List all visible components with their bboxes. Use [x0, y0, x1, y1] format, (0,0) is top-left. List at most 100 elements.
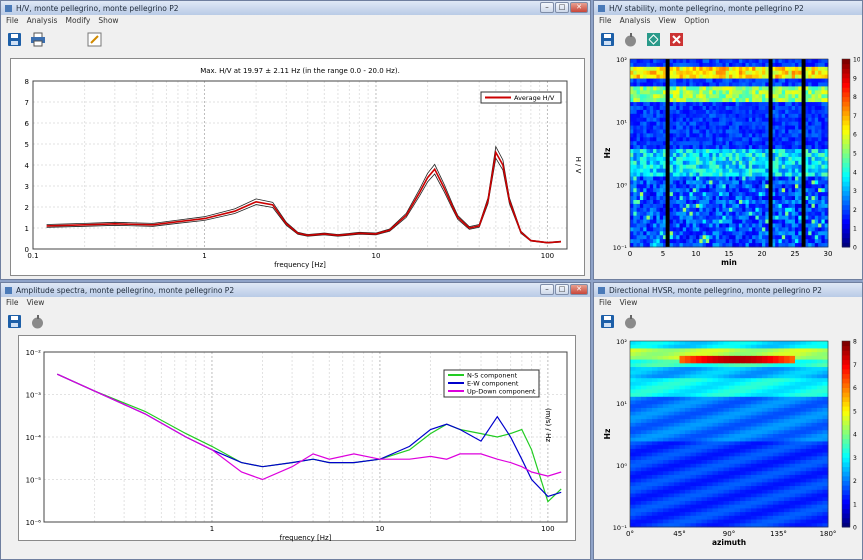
- heatmap-cell: [682, 102, 687, 107]
- directional-titlebar[interactable]: Directional HVSR, monte pellegrino, mont…: [594, 283, 862, 297]
- heatmap-cell: [659, 66, 664, 72]
- close-button[interactable]: ✕: [570, 284, 588, 295]
- heatmap-cell: [663, 393, 669, 398]
- menu-file[interactable]: File: [6, 16, 19, 25]
- heatmap-cell: [791, 59, 796, 64]
- heatmap-cell: [811, 153, 816, 158]
- heatmap-cell: [696, 515, 702, 520]
- heatmap-cell: [740, 519, 746, 524]
- heatmap-cell: [674, 355, 680, 360]
- heatmap-cell: [762, 164, 766, 170]
- save-icon[interactable]: [598, 312, 617, 331]
- heatmap-cell: [756, 374, 763, 379]
- edit-icon[interactable]: [85, 30, 104, 49]
- heatmap-cell: [702, 196, 707, 201]
- heatmap-cell: [778, 106, 783, 111]
- menu-file[interactable]: File: [6, 298, 19, 307]
- heatmap-cell: [762, 200, 766, 205]
- heatmap-cell: [723, 437, 730, 442]
- arrows-icon[interactable]: [644, 30, 663, 49]
- menu-view[interactable]: View: [620, 298, 638, 307]
- heatmap-cell: [778, 207, 783, 213]
- menu-view[interactable]: View: [27, 298, 45, 307]
- stability-titlebar[interactable]: H/V stability, monte pellegrino, monte p…: [594, 1, 862, 15]
- menu-analysis[interactable]: Analysis: [27, 16, 58, 25]
- heatmap-cell: [795, 411, 801, 416]
- heatmap-cell: [752, 62, 756, 68]
- heatmap-cell: [785, 156, 789, 162]
- heatmap-cell: [767, 407, 774, 413]
- heatmap-cell: [657, 426, 664, 431]
- heatmap-cell: [817, 430, 823, 435]
- heatmap-cell: [735, 66, 740, 72]
- menu-analysis[interactable]: Analysis: [620, 16, 651, 25]
- heatmap-cell: [725, 62, 730, 68]
- heatmap-cell: [729, 78, 733, 83]
- heatmap-cell: [822, 344, 829, 349]
- menu-view[interactable]: View: [658, 16, 676, 25]
- heatmap-cell: [722, 133, 727, 138]
- heatmap-cell: [791, 62, 796, 68]
- heatmap-cell: [742, 66, 746, 72]
- heatmap-cell: [630, 215, 634, 220]
- heatmap-cell: [729, 74, 733, 79]
- heatmap-cell: [791, 184, 796, 189]
- heatmap-cell: [788, 137, 793, 142]
- save-icon[interactable]: [5, 312, 24, 331]
- heatmap-cell: [719, 215, 723, 220]
- heatmap-cell: [814, 207, 819, 213]
- minimize-button[interactable]: –: [540, 284, 554, 295]
- heatmap-cell: [789, 352, 796, 357]
- heatmap-cell: [672, 113, 677, 119]
- heatmap-cell: [762, 219, 766, 224]
- heatmap-cell: [738, 102, 743, 107]
- heatmap-cell: [821, 196, 826, 201]
- colorbar-cell: [842, 471, 850, 477]
- heatmap-cell: [765, 172, 769, 177]
- heatmap-cell: [719, 137, 723, 142]
- heatmap-cell: [752, 70, 756, 76]
- heatmap-cell: [795, 231, 799, 236]
- apple-icon[interactable]: [621, 312, 640, 331]
- heatmap-cell: [630, 385, 636, 390]
- menu-file[interactable]: File: [599, 16, 612, 25]
- spectra-titlebar[interactable]: Amplitude spectra, monte pellegrino, mon…: [1, 283, 590, 297]
- heatmap-cell: [635, 504, 642, 509]
- heatmap-cell: [674, 504, 680, 509]
- hv-titlebar[interactable]: H/V, monte pellegrino, monte pellegrino …: [1, 1, 590, 15]
- minimize-button[interactable]: –: [540, 2, 554, 13]
- maximize-button[interactable]: □: [555, 2, 569, 13]
- heatmap-cell: [781, 153, 786, 158]
- heatmap-cell: [806, 474, 812, 480]
- heatmap-cell: [778, 168, 783, 173]
- heatmap-cell: [732, 227, 736, 232]
- close-button[interactable]: ✕: [570, 2, 588, 13]
- close-red-icon[interactable]: [667, 30, 686, 49]
- menu-show[interactable]: Show: [98, 16, 118, 25]
- save-icon[interactable]: [5, 30, 24, 49]
- heatmap-cell: [718, 445, 724, 450]
- heatmap-cell: [789, 508, 796, 513]
- heatmap-cell: [752, 200, 756, 205]
- menu-file[interactable]: File: [599, 298, 612, 307]
- print-icon[interactable]: [28, 30, 47, 49]
- heatmap-cell: [798, 109, 802, 115]
- heatmap-cell: [784, 512, 790, 517]
- save-icon[interactable]: [598, 30, 617, 49]
- heatmap-cell: [755, 129, 760, 134]
- heatmap-cell: [756, 515, 763, 520]
- heatmap-cell: [818, 176, 822, 181]
- heatmap-cell: [791, 203, 796, 209]
- heatmap-cell: [821, 168, 826, 173]
- heatmap-cell: [814, 145, 819, 150]
- heatmap-cell: [788, 113, 793, 119]
- heatmap-cell: [641, 456, 647, 461]
- heatmap-cell: [630, 359, 636, 364]
- maximize-button[interactable]: □: [555, 284, 569, 295]
- heatmap-cell: [715, 86, 720, 91]
- heatmap-cell: [817, 400, 823, 405]
- apple-icon[interactable]: [621, 30, 640, 49]
- menu-modify[interactable]: Modify: [65, 16, 90, 25]
- apple-icon[interactable]: [28, 312, 47, 331]
- menu-option[interactable]: Option: [684, 16, 709, 25]
